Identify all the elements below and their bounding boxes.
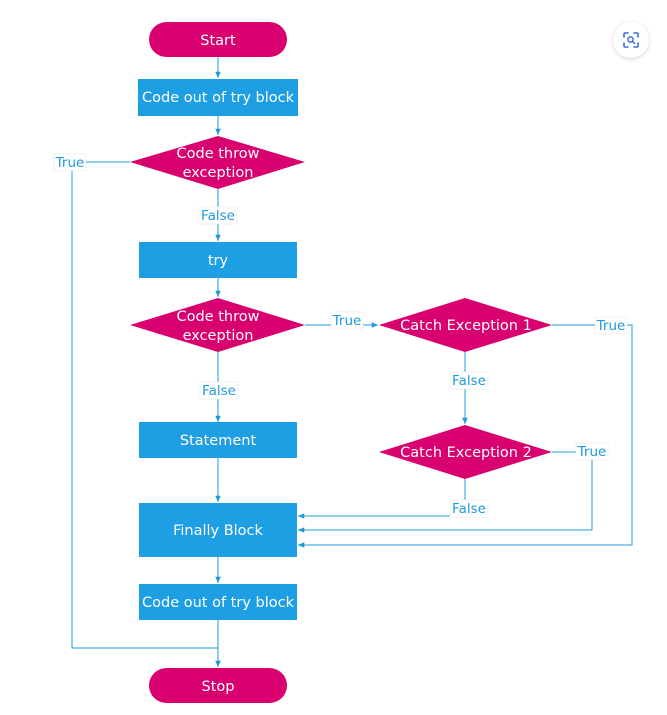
- label-c2-false-text: False: [452, 501, 486, 517]
- label-d1-true: True: [53, 153, 87, 172]
- node-catch-exception-1-label: Catch Exception 1: [400, 318, 532, 334]
- label-c1-true-text: True: [596, 318, 626, 334]
- label-c2-true-text: True: [577, 444, 607, 460]
- label-d2-true: True: [330, 311, 364, 330]
- label-c2-false: False: [449, 499, 489, 518]
- node-decision-2-line-1: Code throw: [177, 309, 260, 325]
- edges: [71, 57, 633, 667]
- node-stop[interactable]: Stop: [149, 668, 287, 703]
- node-catch-exception-2[interactable]: Catch Exception 2: [379, 425, 552, 479]
- label-d1-false: False: [198, 206, 238, 225]
- label-d2-false: False: [199, 381, 239, 400]
- node-finally-block[interactable]: Finally Block: [139, 503, 297, 557]
- flowchart: True False True False True False True Fa…: [53, 22, 633, 703]
- node-decision-1[interactable]: Code throw exception: [130, 136, 305, 189]
- label-c1-false-text: False: [452, 373, 486, 389]
- edge-catch-2-false-to-finally: [298, 479, 466, 519]
- node-decision-2[interactable]: Code throw exception: [130, 298, 305, 352]
- focus-zoom-icon: [623, 32, 639, 48]
- node-stop-label: Stop: [202, 679, 235, 695]
- node-catch-exception-2-label: Catch Exception 2: [400, 445, 532, 461]
- node-statement[interactable]: Statement: [139, 422, 297, 458]
- node-finally-block-label: Finally Block: [173, 523, 263, 539]
- node-start-label: Start: [200, 33, 236, 49]
- label-c1-true: True: [594, 316, 628, 335]
- node-code-out-of-try-2-label: Code out of try block: [142, 595, 295, 611]
- node-decision-1-line-1: Code throw: [177, 146, 260, 162]
- edge-labels: True False True False True False True Fa…: [53, 153, 628, 518]
- node-catch-exception-1[interactable]: Catch Exception 1: [379, 298, 552, 352]
- node-statement-label: Statement: [180, 433, 257, 449]
- node-start[interactable]: Start: [149, 22, 287, 57]
- node-decision-2-line-2: exception: [183, 328, 254, 344]
- label-c2-true: True: [575, 442, 609, 461]
- node-code-out-of-try-2[interactable]: Code out of try block: [139, 584, 297, 620]
- label-d2-false-text: False: [202, 383, 236, 399]
- node-code-out-of-try-1[interactable]: Code out of try block: [138, 79, 298, 116]
- label-c1-false: False: [449, 371, 489, 390]
- focus-zoom-button[interactable]: [613, 22, 649, 58]
- node-code-out-of-try-1-label: Code out of try block: [142, 90, 295, 106]
- node-try[interactable]: try: [139, 242, 297, 278]
- node-try-label: try: [208, 253, 229, 269]
- label-d2-true-text: True: [332, 313, 362, 329]
- label-d1-false-text: False: [201, 208, 235, 224]
- label-d1-true-text: True: [55, 155, 85, 171]
- edge-decision-1-true-to-stop: [71, 161, 218, 649]
- node-decision-1-line-2: exception: [183, 165, 254, 181]
